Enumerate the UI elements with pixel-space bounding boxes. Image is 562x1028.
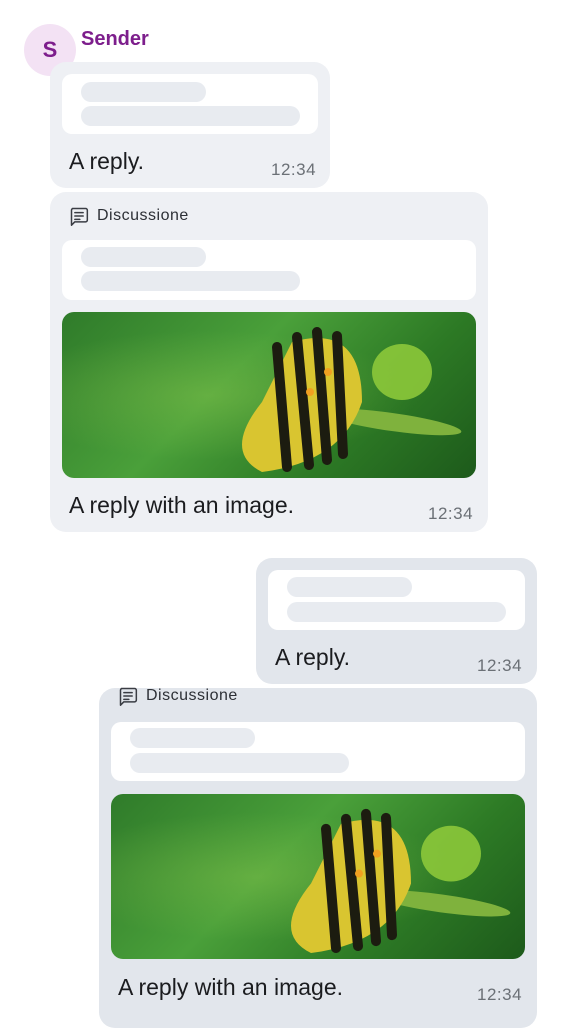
message-bubble[interactable]: A reply. 12:34 [50,62,330,188]
message-bubble[interactable]: A reply. 12:34 [256,558,537,684]
avatar-initial: S [42,37,58,62]
quote-placeholder-line [81,82,206,102]
message-text: A reply with an image. [118,974,344,1000]
quote-placeholder-line [81,271,300,291]
caterpillar-photo[interactable] [111,794,525,959]
caterpillar-photo[interactable] [62,312,476,478]
thread-icon [70,207,89,226]
message-timestamp: 12:34 [477,656,523,675]
message-text: A reply. [69,148,144,174]
reply-quote[interactable] [111,722,525,781]
message-timestamp: 12:34 [428,504,474,523]
message-bubble[interactable]: Discussione A reply with an image. 12:34 [99,686,537,1028]
reply-quote[interactable] [62,240,476,300]
message-bubble[interactable]: Discussione A reply with an image. 12:34 [50,192,488,532]
thread-label-text: Discussione [97,207,189,224]
quote-placeholder-line [287,602,506,622]
quote-placeholder-line [81,247,206,267]
thread-icon [119,687,138,706]
quote-placeholder-line [287,577,412,597]
reply-quote[interactable] [268,570,525,630]
message-text: A reply with an image. [69,492,295,518]
reply-quote[interactable] [62,74,318,134]
quote-placeholder-line [81,106,300,126]
quote-placeholder-line [130,728,255,748]
message-text: A reply. [275,644,350,670]
thread-label[interactable]: Discussione [118,686,238,706]
thread-label[interactable]: Discussione [69,206,189,226]
message-timestamp: 12:34 [477,985,523,1004]
message-timestamp: 12:34 [271,160,317,179]
thread-label-text: Discussione [146,687,238,704]
sender-name[interactable]: Sender [81,28,149,51]
quote-placeholder-line [130,753,349,773]
